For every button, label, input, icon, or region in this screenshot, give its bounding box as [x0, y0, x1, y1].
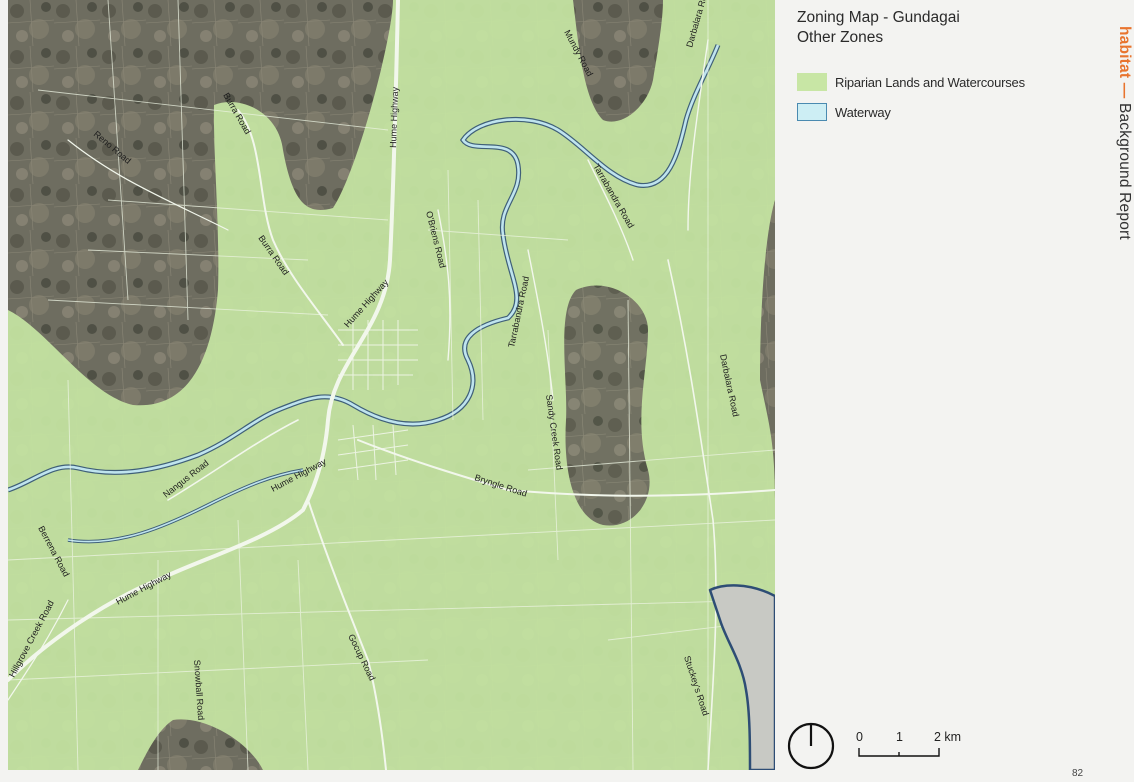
legend-item-waterway: Waterway — [797, 102, 1025, 122]
legend-label: Waterway — [835, 104, 891, 120]
scale-bar: 0 1 2 km — [856, 728, 966, 762]
legend: Riparian Lands and Watercourses Waterway — [797, 72, 1025, 132]
legend-item-riparian: Riparian Lands and Watercourses — [797, 72, 1025, 92]
brand-text: Background Report — [1116, 102, 1133, 240]
scale-tick-2: 2 km — [934, 730, 962, 744]
page-number: 82 — [1072, 768, 1084, 779]
waterway-swatch — [797, 103, 827, 121]
scale-tick-1: 1 — [896, 730, 903, 744]
brand-accent: habitat — — [1116, 26, 1133, 99]
legend-label: Riparian Lands and Watercourses — [835, 74, 1025, 90]
map-title: Zoning Map - Gundagai Other Zones — [797, 8, 960, 48]
report-brand: habitat — Background Report — [1115, 26, 1133, 240]
hill-east-terrain — [564, 285, 650, 526]
north-arrow-icon — [786, 721, 836, 776]
map-title-line-1: Zoning Map - Gundagai — [797, 9, 960, 26]
riparian-swatch — [797, 73, 827, 91]
scale-tick-0: 0 — [856, 730, 863, 744]
zoning-map[interactable]: Burra Road Reno Road Hume Highway Hume H… — [8, 0, 775, 770]
map-title-line-2: Other Zones — [797, 29, 884, 46]
